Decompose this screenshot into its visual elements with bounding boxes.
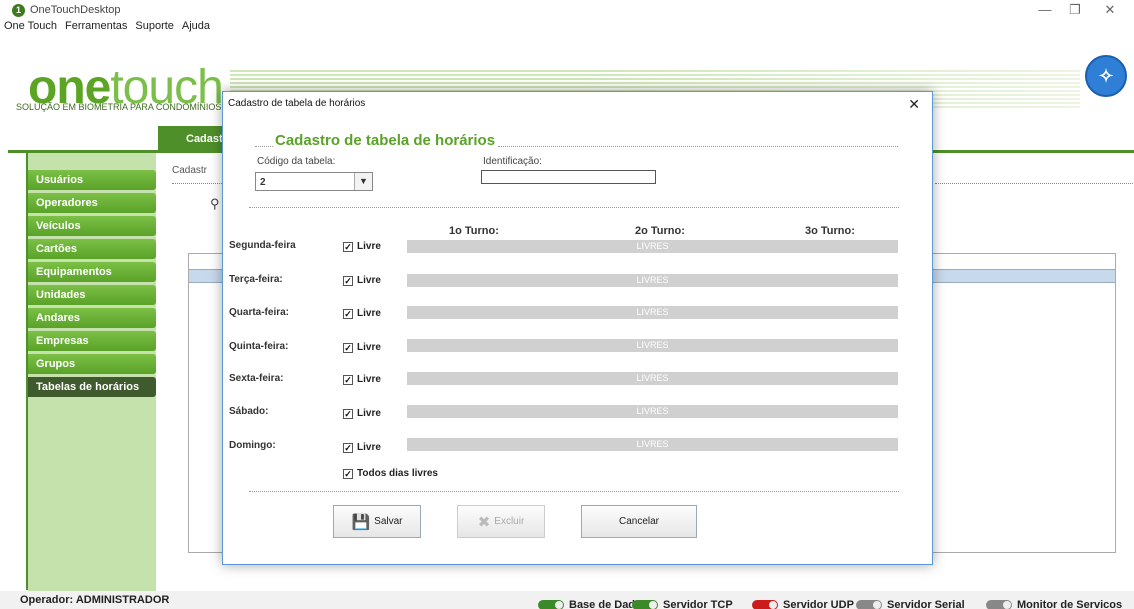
chevron-down-icon[interactable]: ▼ xyxy=(354,173,372,190)
heading-dots-right xyxy=(498,146,898,147)
menu-ajuda[interactable]: Ajuda xyxy=(178,18,214,38)
save-button[interactable]: 💾 Salvar xyxy=(333,505,421,538)
menu-suporte[interactable]: Suporte xyxy=(131,18,178,38)
checkbox-check-icon: ✓ xyxy=(343,408,353,419)
schedule-table-dialog: Cadastro de tabela de horários ✕ Cadastr… xyxy=(222,91,933,565)
dialog-title: Cadastro de tabela de horários xyxy=(228,98,366,109)
identificacao-input[interactable] xyxy=(481,170,656,184)
day-label-sabado: Sábado: xyxy=(229,406,269,417)
day-label-sexta: Sexta-feira: xyxy=(229,373,284,384)
app-icon: 1 xyxy=(12,4,25,17)
schedule-bar-quarta: LIVRES xyxy=(407,306,898,319)
sidebar-item-tabelas-de-horarios[interactable]: Tabelas de horários xyxy=(28,377,156,397)
dialog-heading: Cadastro de tabela de horários xyxy=(275,132,496,149)
service-servidor-tcp: Servidor TCP xyxy=(632,599,733,609)
background-divider-right xyxy=(935,183,1133,184)
service-servidor-serial: Servidor Serial xyxy=(856,599,965,609)
identificacao-label: Identificação: xyxy=(483,156,542,167)
day-label-quinta: Quinta-feira: xyxy=(229,341,289,352)
service-monitor-de-servicos: Monitor de Servicos xyxy=(986,599,1122,609)
sidebar-item-operadores[interactable]: Operadores xyxy=(28,193,156,213)
schedule-bar-quinta: LIVRES xyxy=(407,339,898,352)
logo-subtitle: SOLUÇÃO EM BIOMETRIA PARA CONDOMÍNIOS xyxy=(16,102,222,112)
checkbox-check-icon: ✓ xyxy=(343,442,353,453)
heading-dots-left xyxy=(255,146,273,147)
status-bar: Operador: ADMINISTRADOR Base de Dados Se… xyxy=(0,591,1134,609)
day-label-segunda: Segunda-feira xyxy=(229,240,296,251)
turno-3-header: 3o Turno: xyxy=(805,225,855,237)
schedule-bar-domingo: LIVRES xyxy=(407,438,898,451)
background-subtitle: Cadastr xyxy=(172,165,208,176)
close-window-icon[interactable]: ✕ xyxy=(1095,2,1125,18)
delete-x-icon: ✖ xyxy=(477,513,491,531)
service-servidor-udp: Servidor UDP xyxy=(752,599,854,609)
sidebar-item-cartoes[interactable]: Cartões xyxy=(28,239,156,259)
floppy-disk-icon: 💾 xyxy=(351,513,371,531)
schedule-bar-terca: LIVRES xyxy=(407,274,898,287)
livre-checkbox-quarta[interactable]: ✓ Livre xyxy=(343,308,381,319)
checkbox-check-icon: ✓ xyxy=(343,275,353,286)
menubar: One Touch Ferramentas Suporte Ajuda xyxy=(0,18,214,38)
livre-checkbox-segunda[interactable]: ✓ Livre xyxy=(343,241,381,252)
operator-label: Operador: ADMINISTRADOR xyxy=(20,594,170,606)
schedule-bar-segunda: LIVRES xyxy=(407,240,898,253)
sidebar-item-unidades[interactable]: Unidades xyxy=(28,285,156,305)
turno-2-header: 2o Turno: xyxy=(635,225,685,237)
livre-checkbox-sabado[interactable]: ✓ Livre xyxy=(343,408,381,419)
background-tab[interactable]: Cadast xyxy=(158,126,224,150)
delete-button[interactable]: ✖ Excluir xyxy=(457,505,545,538)
checkbox-check-icon: ✓ xyxy=(343,308,353,319)
menu-ferramentas[interactable]: Ferramentas xyxy=(61,18,131,38)
livre-checkbox-sexta[interactable]: ✓ Livre xyxy=(343,374,381,385)
buttons-divider xyxy=(249,491,899,492)
restore-icon[interactable]: ❐ xyxy=(1060,2,1090,18)
sidebar-nav: Usuários Operadores Veículos Cartões Equ… xyxy=(28,170,156,400)
schedule-bar-sabado: LIVRES xyxy=(407,405,898,418)
sidebar-item-equipamentos[interactable]: Equipamentos xyxy=(28,262,156,282)
sidebar-item-usuarios[interactable]: Usuários xyxy=(28,170,156,190)
menu-one-touch[interactable]: One Touch xyxy=(0,18,61,38)
livre-checkbox-quinta[interactable]: ✓ Livre xyxy=(343,342,381,353)
sidebar-item-andares[interactable]: Andares xyxy=(28,308,156,328)
checkbox-check-icon: ✓ xyxy=(343,374,353,385)
form-divider xyxy=(249,207,899,208)
day-label-domingo: Domingo: xyxy=(229,440,276,451)
codigo-select[interactable]: 2 ▼ xyxy=(255,172,373,191)
sidebar-item-veiculos[interactable]: Veículos xyxy=(28,216,156,236)
toggle-icon xyxy=(986,600,1012,609)
day-label-quarta: Quarta-feira: xyxy=(229,307,290,318)
sidebar-item-empresas[interactable]: Empresas xyxy=(28,331,156,351)
checkbox-check-icon: ✓ xyxy=(343,241,353,252)
sidebar-item-grupos[interactable]: Grupos xyxy=(28,354,156,374)
minimize-icon[interactable]: — xyxy=(1030,2,1060,17)
background-divider-left xyxy=(172,183,222,184)
search-icon[interactable]: ⚲ xyxy=(210,196,220,212)
turno-1-header: 1o Turno: xyxy=(449,225,499,237)
livre-checkbox-domingo[interactable]: ✓ Livre xyxy=(343,442,381,453)
schedule-bar-sexta: LIVRES xyxy=(407,372,898,385)
livre-checkbox-terca[interactable]: ✓ Livre xyxy=(343,275,381,286)
globe-logo-icon: ✧ xyxy=(1085,55,1127,97)
toggle-icon xyxy=(856,600,882,609)
codigo-label: Código da tabela: xyxy=(257,156,336,167)
checkbox-check-icon: ✓ xyxy=(343,342,353,353)
cancel-button[interactable]: Cancelar xyxy=(581,505,697,538)
checkbox-check-icon: ✓ xyxy=(343,468,353,479)
toggle-icon xyxy=(752,600,778,609)
window-title: OneTouchDesktop xyxy=(30,4,121,16)
todos-dias-livres-checkbox[interactable]: ✓ Todos dias livres xyxy=(343,468,438,479)
day-label-terca: Terça-feira: xyxy=(229,274,283,285)
toggle-icon xyxy=(538,600,564,609)
dialog-titlebar: Cadastro de tabela de horários ✕ xyxy=(223,92,932,114)
dialog-close-icon[interactable]: ✕ xyxy=(908,96,920,113)
toggle-icon xyxy=(632,600,658,609)
